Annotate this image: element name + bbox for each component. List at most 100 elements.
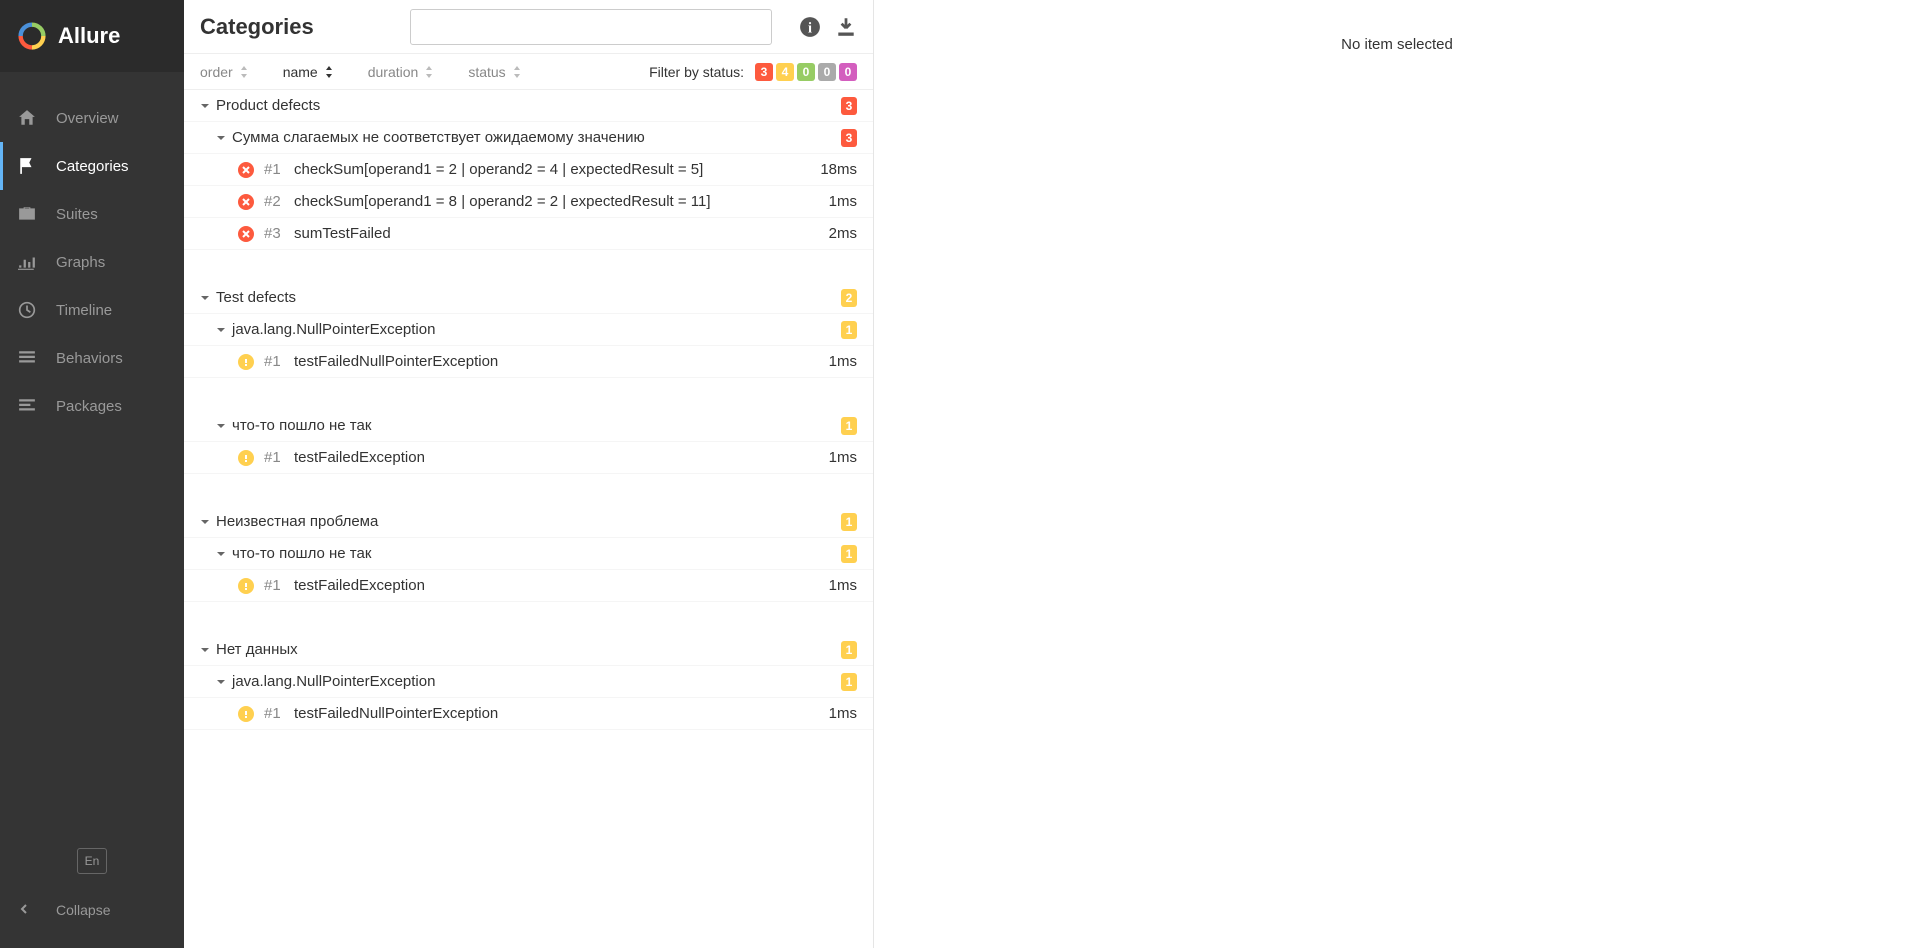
- sidebar-item-timeline[interactable]: Timeline: [0, 286, 184, 334]
- group-separator: [184, 250, 873, 282]
- sidebar-item-behaviors[interactable]: Behaviors: [0, 334, 184, 382]
- nav: Overview Categories Suites Graphs Timeli…: [0, 72, 184, 848]
- test-name: checkSum[operand1 = 2 | operand2 = 4 | e…: [294, 161, 820, 178]
- chevron-down-icon: [200, 293, 210, 303]
- status-failed-icon: [238, 194, 254, 210]
- subcategory-title: что-то пошло не так: [232, 545, 841, 562]
- count-badge: 1: [841, 321, 857, 339]
- sort-status[interactable]: status: [468, 64, 521, 80]
- category-title: Test defects: [216, 289, 841, 306]
- sidebar-item-label: Packages: [56, 398, 122, 415]
- collapse-label: Collapse: [56, 902, 110, 918]
- brand-label: Allure: [58, 23, 120, 49]
- test-row[interactable]: #1 testFailedException 1ms: [184, 442, 873, 474]
- sidebar-item-overview[interactable]: Overview: [0, 94, 184, 142]
- info-icon[interactable]: i: [799, 16, 821, 38]
- sidebar-item-suites[interactable]: Suites: [0, 190, 184, 238]
- category-title: Product defects: [216, 97, 841, 114]
- category-title: Нет данных: [216, 641, 841, 658]
- chevron-left-icon: [18, 902, 36, 918]
- count-badge: 1: [841, 513, 857, 531]
- test-name: testFailedNullPointerException: [294, 353, 829, 370]
- category-row[interactable]: Нет данных 1: [184, 634, 873, 666]
- sort-duration[interactable]: duration: [368, 64, 435, 80]
- bar-chart-icon: [18, 253, 36, 271]
- count-badge: 3: [841, 97, 857, 115]
- count-badge: 1: [841, 673, 857, 691]
- sidebar-item-label: Categories: [56, 158, 129, 175]
- test-row[interactable]: #1 testFailedException 1ms: [184, 570, 873, 602]
- subcategory-row[interactable]: java.lang.NullPointerException 1: [184, 314, 873, 346]
- filter-unknown[interactable]: 0: [839, 63, 857, 81]
- test-row[interactable]: #1 testFailedNullPointerException 1ms: [184, 698, 873, 730]
- chevron-down-icon: [200, 101, 210, 111]
- filter-passed[interactable]: 0: [797, 63, 815, 81]
- test-index: #1: [264, 449, 284, 466]
- test-index: #1: [264, 705, 284, 722]
- detail-pane: No item selected: [874, 0, 1920, 948]
- home-icon: [18, 109, 36, 127]
- chevron-down-icon: [216, 421, 226, 431]
- test-name: sumTestFailed: [294, 225, 829, 242]
- test-duration: 1ms: [829, 449, 857, 466]
- header: Categories i: [184, 0, 873, 54]
- test-duration: 1ms: [829, 193, 857, 210]
- test-row[interactable]: #1 testFailedNullPointerException 1ms: [184, 346, 873, 378]
- sidebar: Allure Overview Categories Suites Graphs…: [0, 0, 184, 948]
- briefcase-icon: [18, 205, 36, 223]
- filter-skipped[interactable]: 0: [818, 63, 836, 81]
- status-failed-icon: [238, 162, 254, 178]
- flag-icon: [18, 157, 36, 175]
- test-row[interactable]: #3 sumTestFailed 2ms: [184, 218, 873, 250]
- search-input[interactable]: [410, 9, 772, 45]
- test-name: testFailedException: [294, 577, 829, 594]
- subcategory-title: java.lang.NullPointerException: [232, 321, 841, 338]
- download-icon[interactable]: [835, 16, 857, 38]
- subcategory-row[interactable]: что-то пошло не так 1: [184, 410, 873, 442]
- test-row[interactable]: #1 checkSum[operand1 = 2 | operand2 = 4 …: [184, 154, 873, 186]
- status-broken-icon: [238, 578, 254, 594]
- test-index: #2: [264, 193, 284, 210]
- sort-name[interactable]: name: [283, 64, 334, 80]
- sidebar-item-label: Behaviors: [56, 350, 123, 367]
- language-button[interactable]: En: [77, 848, 107, 874]
- subcategory-row[interactable]: что-то пошло не так 1: [184, 538, 873, 570]
- sidebar-item-label: Suites: [56, 206, 98, 223]
- test-row[interactable]: #2 checkSum[operand1 = 8 | operand2 = 2 …: [184, 186, 873, 218]
- subcategory-row[interactable]: java.lang.NullPointerException 1: [184, 666, 873, 698]
- page-title: Categories: [200, 14, 314, 40]
- category-row[interactable]: Test defects 2: [184, 282, 873, 314]
- chevron-down-icon: [200, 517, 210, 527]
- sidebar-bottom: En Collapse: [0, 848, 184, 948]
- collapse-button[interactable]: Collapse: [0, 892, 184, 928]
- empty-state: No item selected: [874, 36, 1920, 53]
- group-separator: [184, 378, 873, 410]
- test-index: #1: [264, 353, 284, 370]
- group-separator: [184, 474, 873, 506]
- chevron-down-icon: [216, 677, 226, 687]
- category-title: Неизвестная проблема: [216, 513, 841, 530]
- sidebar-item-graphs[interactable]: Graphs: [0, 238, 184, 286]
- filter-failed[interactable]: 3: [755, 63, 773, 81]
- category-row[interactable]: Product defects 3: [184, 90, 873, 122]
- test-duration: 1ms: [829, 705, 857, 722]
- clock-icon: [18, 301, 36, 319]
- count-badge: 1: [841, 545, 857, 563]
- test-name: checkSum[operand1 = 8 | operand2 = 2 | e…: [294, 193, 829, 210]
- subcategory-title: Сумма слагаемых не соответствует ожидаем…: [232, 129, 841, 146]
- chevron-down-icon: [216, 325, 226, 335]
- test-duration: 1ms: [829, 353, 857, 370]
- category-row[interactable]: Неизвестная проблема 1: [184, 506, 873, 538]
- align-left-icon: [18, 397, 36, 415]
- count-badge: 2: [841, 289, 857, 307]
- count-badge: 1: [841, 641, 857, 659]
- chevron-down-icon: [216, 549, 226, 559]
- sidebar-item-label: Overview: [56, 110, 119, 127]
- filter-broken[interactable]: 4: [776, 63, 794, 81]
- test-duration: 2ms: [829, 225, 857, 242]
- subcategory-row[interactable]: Сумма слагаемых не соответствует ожидаем…: [184, 122, 873, 154]
- sort-order[interactable]: order: [200, 64, 249, 80]
- main: Categories i order name duration status …: [184, 0, 1920, 948]
- sidebar-item-packages[interactable]: Packages: [0, 382, 184, 430]
- sidebar-item-categories[interactable]: Categories: [0, 142, 184, 190]
